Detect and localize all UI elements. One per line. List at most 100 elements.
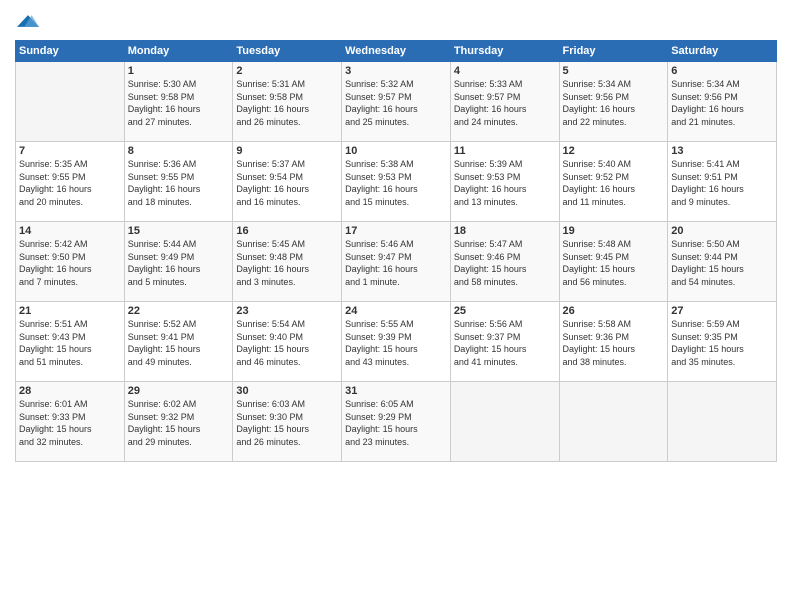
day-number: 5 <box>563 65 665 77</box>
calendar-cell <box>16 62 125 142</box>
calendar-cell: 27Sunrise: 5:59 AM Sunset: 9:35 PM Dayli… <box>668 302 777 382</box>
calendar-cell: 10Sunrise: 5:38 AM Sunset: 9:53 PM Dayli… <box>342 142 451 222</box>
calendar-cell: 23Sunrise: 5:54 AM Sunset: 9:40 PM Dayli… <box>233 302 342 382</box>
day-info: Sunrise: 6:01 AM Sunset: 9:33 PM Dayligh… <box>19 398 121 448</box>
day-number: 20 <box>671 225 773 237</box>
calendar-cell: 1Sunrise: 5:30 AM Sunset: 9:58 PM Daylig… <box>124 62 233 142</box>
calendar-cell: 5Sunrise: 5:34 AM Sunset: 9:56 PM Daylig… <box>559 62 668 142</box>
day-number: 18 <box>454 225 556 237</box>
day-number: 30 <box>236 385 338 397</box>
calendar-week-row: 21Sunrise: 5:51 AM Sunset: 9:43 PM Dayli… <box>16 302 777 382</box>
calendar-cell: 31Sunrise: 6:05 AM Sunset: 9:29 PM Dayli… <box>342 382 451 462</box>
calendar-week-row: 7Sunrise: 5:35 AM Sunset: 9:55 PM Daylig… <box>16 142 777 222</box>
calendar-cell: 29Sunrise: 6:02 AM Sunset: 9:32 PM Dayli… <box>124 382 233 462</box>
day-info: Sunrise: 5:36 AM Sunset: 9:55 PM Dayligh… <box>128 158 230 208</box>
day-header-thursday: Thursday <box>450 41 559 62</box>
calendar-cell: 26Sunrise: 5:58 AM Sunset: 9:36 PM Dayli… <box>559 302 668 382</box>
logo-icon <box>17 10 39 32</box>
day-number: 2 <box>236 65 338 77</box>
day-info: Sunrise: 5:34 AM Sunset: 9:56 PM Dayligh… <box>671 78 773 128</box>
calendar-cell: 28Sunrise: 6:01 AM Sunset: 9:33 PM Dayli… <box>16 382 125 462</box>
day-info: Sunrise: 5:30 AM Sunset: 9:58 PM Dayligh… <box>128 78 230 128</box>
calendar-cell: 15Sunrise: 5:44 AM Sunset: 9:49 PM Dayli… <box>124 222 233 302</box>
day-number: 24 <box>345 305 447 317</box>
day-info: Sunrise: 5:59 AM Sunset: 9:35 PM Dayligh… <box>671 318 773 368</box>
header <box>15 10 777 32</box>
day-header-monday: Monday <box>124 41 233 62</box>
day-info: Sunrise: 5:55 AM Sunset: 9:39 PM Dayligh… <box>345 318 447 368</box>
calendar-table: SundayMondayTuesdayWednesdayThursdayFrid… <box>15 40 777 462</box>
day-info: Sunrise: 6:05 AM Sunset: 9:29 PM Dayligh… <box>345 398 447 448</box>
day-info: Sunrise: 5:54 AM Sunset: 9:40 PM Dayligh… <box>236 318 338 368</box>
day-info: Sunrise: 5:34 AM Sunset: 9:56 PM Dayligh… <box>563 78 665 128</box>
day-info: Sunrise: 5:35 AM Sunset: 9:55 PM Dayligh… <box>19 158 121 208</box>
day-info: Sunrise: 5:46 AM Sunset: 9:47 PM Dayligh… <box>345 238 447 288</box>
logo <box>15 10 39 32</box>
day-info: Sunrise: 5:44 AM Sunset: 9:49 PM Dayligh… <box>128 238 230 288</box>
day-info: Sunrise: 5:48 AM Sunset: 9:45 PM Dayligh… <box>563 238 665 288</box>
calendar-cell: 2Sunrise: 5:31 AM Sunset: 9:58 PM Daylig… <box>233 62 342 142</box>
calendar-cell <box>450 382 559 462</box>
calendar-cell: 7Sunrise: 5:35 AM Sunset: 9:55 PM Daylig… <box>16 142 125 222</box>
calendar-cell: 11Sunrise: 5:39 AM Sunset: 9:53 PM Dayli… <box>450 142 559 222</box>
day-info: Sunrise: 6:03 AM Sunset: 9:30 PM Dayligh… <box>236 398 338 448</box>
day-number: 10 <box>345 145 447 157</box>
day-header-tuesday: Tuesday <box>233 41 342 62</box>
calendar-container: SundayMondayTuesdayWednesdayThursdayFrid… <box>0 0 792 612</box>
calendar-cell: 21Sunrise: 5:51 AM Sunset: 9:43 PM Dayli… <box>16 302 125 382</box>
day-number: 8 <box>128 145 230 157</box>
calendar-cell: 18Sunrise: 5:47 AM Sunset: 9:46 PM Dayli… <box>450 222 559 302</box>
calendar-cell: 19Sunrise: 5:48 AM Sunset: 9:45 PM Dayli… <box>559 222 668 302</box>
day-info: Sunrise: 5:52 AM Sunset: 9:41 PM Dayligh… <box>128 318 230 368</box>
calendar-cell: 13Sunrise: 5:41 AM Sunset: 9:51 PM Dayli… <box>668 142 777 222</box>
calendar-cell: 20Sunrise: 5:50 AM Sunset: 9:44 PM Dayli… <box>668 222 777 302</box>
day-number: 16 <box>236 225 338 237</box>
day-number: 23 <box>236 305 338 317</box>
day-number: 19 <box>563 225 665 237</box>
calendar-cell <box>668 382 777 462</box>
calendar-cell: 4Sunrise: 5:33 AM Sunset: 9:57 PM Daylig… <box>450 62 559 142</box>
day-number: 12 <box>563 145 665 157</box>
day-info: Sunrise: 5:39 AM Sunset: 9:53 PM Dayligh… <box>454 158 556 208</box>
day-header-sunday: Sunday <box>16 41 125 62</box>
day-info: Sunrise: 5:40 AM Sunset: 9:52 PM Dayligh… <box>563 158 665 208</box>
calendar-week-row: 1Sunrise: 5:30 AM Sunset: 9:58 PM Daylig… <box>16 62 777 142</box>
calendar-cell: 24Sunrise: 5:55 AM Sunset: 9:39 PM Dayli… <box>342 302 451 382</box>
calendar-cell: 17Sunrise: 5:46 AM Sunset: 9:47 PM Dayli… <box>342 222 451 302</box>
day-info: Sunrise: 5:31 AM Sunset: 9:58 PM Dayligh… <box>236 78 338 128</box>
calendar-cell: 25Sunrise: 5:56 AM Sunset: 9:37 PM Dayli… <box>450 302 559 382</box>
day-number: 17 <box>345 225 447 237</box>
calendar-cell: 8Sunrise: 5:36 AM Sunset: 9:55 PM Daylig… <box>124 142 233 222</box>
day-number: 22 <box>128 305 230 317</box>
calendar-cell <box>559 382 668 462</box>
day-number: 28 <box>19 385 121 397</box>
day-info: Sunrise: 5:41 AM Sunset: 9:51 PM Dayligh… <box>671 158 773 208</box>
calendar-cell: 16Sunrise: 5:45 AM Sunset: 9:48 PM Dayli… <box>233 222 342 302</box>
day-number: 6 <box>671 65 773 77</box>
day-info: Sunrise: 5:32 AM Sunset: 9:57 PM Dayligh… <box>345 78 447 128</box>
calendar-week-row: 14Sunrise: 5:42 AM Sunset: 9:50 PM Dayli… <box>16 222 777 302</box>
day-info: Sunrise: 5:37 AM Sunset: 9:54 PM Dayligh… <box>236 158 338 208</box>
day-info: Sunrise: 6:02 AM Sunset: 9:32 PM Dayligh… <box>128 398 230 448</box>
day-number: 3 <box>345 65 447 77</box>
day-number: 25 <box>454 305 556 317</box>
day-number: 15 <box>128 225 230 237</box>
calendar-cell: 12Sunrise: 5:40 AM Sunset: 9:52 PM Dayli… <box>559 142 668 222</box>
day-info: Sunrise: 5:38 AM Sunset: 9:53 PM Dayligh… <box>345 158 447 208</box>
day-number: 1 <box>128 65 230 77</box>
calendar-cell: 14Sunrise: 5:42 AM Sunset: 9:50 PM Dayli… <box>16 222 125 302</box>
day-info: Sunrise: 5:56 AM Sunset: 9:37 PM Dayligh… <box>454 318 556 368</box>
calendar-header-row: SundayMondayTuesdayWednesdayThursdayFrid… <box>16 41 777 62</box>
day-number: 27 <box>671 305 773 317</box>
day-header-friday: Friday <box>559 41 668 62</box>
day-number: 9 <box>236 145 338 157</box>
day-header-wednesday: Wednesday <box>342 41 451 62</box>
calendar-cell: 3Sunrise: 5:32 AM Sunset: 9:57 PM Daylig… <box>342 62 451 142</box>
day-number: 7 <box>19 145 121 157</box>
day-number: 4 <box>454 65 556 77</box>
day-info: Sunrise: 5:42 AM Sunset: 9:50 PM Dayligh… <box>19 238 121 288</box>
day-number: 11 <box>454 145 556 157</box>
day-header-saturday: Saturday <box>668 41 777 62</box>
day-number: 21 <box>19 305 121 317</box>
day-number: 13 <box>671 145 773 157</box>
